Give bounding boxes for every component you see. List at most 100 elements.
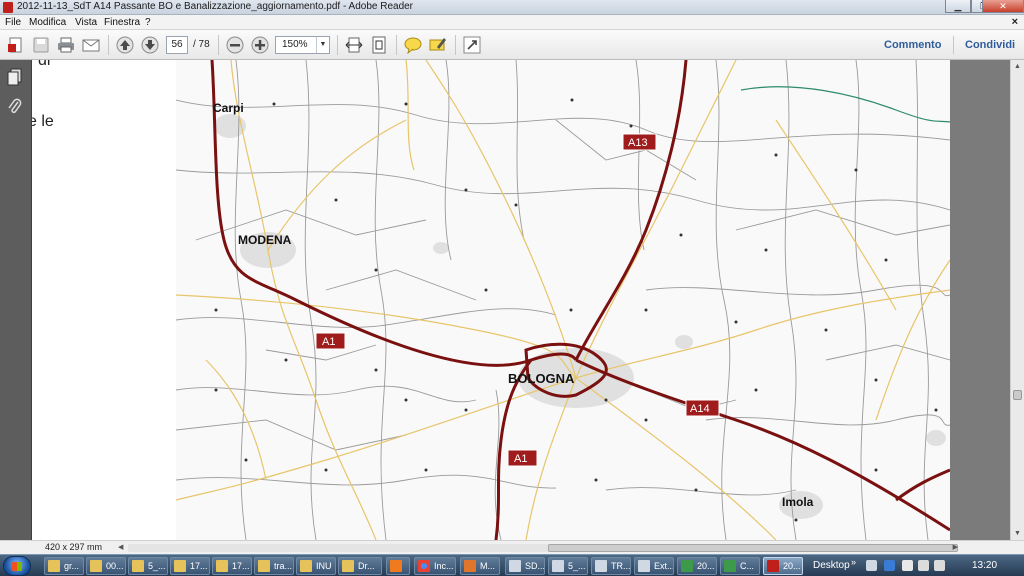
tray-app-icon[interactable] bbox=[866, 560, 877, 571]
share-pane-button[interactable]: Condividi bbox=[965, 39, 1015, 51]
folder-icon bbox=[48, 560, 60, 572]
road-network-map: Carpi MODENA BOLOGNA Imola A13 A1 A14 A1 bbox=[176, 60, 950, 540]
taskbar-item[interactable]: C... bbox=[720, 557, 760, 575]
taskbar-item[interactable]: M... bbox=[460, 557, 500, 575]
horizontal-scroll-thumb[interactable] bbox=[548, 544, 958, 552]
menu-modifica[interactable]: Modifica bbox=[29, 17, 66, 28]
previous-page-icon[interactable] bbox=[116, 36, 134, 54]
taskbar-item[interactable]: TR... bbox=[591, 557, 631, 575]
taskbar-item-label: INU bbox=[316, 561, 332, 571]
folder-icon bbox=[174, 560, 186, 572]
zoom-out-icon[interactable] bbox=[226, 36, 244, 54]
taskbar-item[interactable]: 5_... bbox=[548, 557, 588, 575]
highlight-icon[interactable] bbox=[429, 36, 447, 54]
tray-overflow-icon[interactable]: » bbox=[851, 557, 856, 567]
email-icon[interactable] bbox=[82, 36, 100, 54]
taskbar-item[interactable]: 00... bbox=[86, 557, 126, 575]
adobe-reader-icon bbox=[3, 2, 13, 13]
horizontal-scrollbar[interactable]: ◀ ▶ bbox=[118, 543, 958, 553]
close-document-icon[interactable]: × bbox=[1012, 16, 1018, 28]
taskbar-item-label: Inc... bbox=[434, 561, 454, 571]
page-text-fragment: di bbox=[38, 60, 51, 69]
taskbar-item-label: 5_... bbox=[148, 561, 166, 571]
taskbar-item-label: TR... bbox=[611, 561, 631, 571]
folder-icon bbox=[216, 560, 228, 572]
taskbar-item[interactable]: tra... bbox=[254, 557, 294, 575]
tray-app-icon[interactable] bbox=[902, 560, 913, 571]
folder-icon bbox=[258, 560, 270, 572]
desktop-toolbar-label[interactable]: Desktop bbox=[813, 560, 850, 571]
volume-icon[interactable] bbox=[934, 560, 945, 571]
taskbar-item-label: C... bbox=[740, 561, 755, 571]
toolbar-separator bbox=[396, 35, 397, 55]
page-thumbnails-icon[interactable] bbox=[7, 68, 23, 86]
menu-vista[interactable]: Vista bbox=[75, 17, 97, 28]
print-icon[interactable] bbox=[57, 36, 75, 54]
taskbar-item-label: Dr... bbox=[358, 561, 375, 571]
page-total: / 78 bbox=[193, 39, 210, 50]
scroll-right-icon[interactable]: ▶ bbox=[953, 543, 958, 551]
fit-page-icon[interactable] bbox=[370, 36, 388, 54]
window-title: 2012-11-13_SdT A14 Passante BO e Banaliz… bbox=[17, 1, 414, 12]
fit-width-icon[interactable] bbox=[345, 36, 363, 54]
save-icon[interactable] bbox=[32, 36, 50, 54]
document-icon bbox=[509, 560, 521, 572]
firefox-icon bbox=[464, 560, 476, 572]
scroll-down-icon[interactable]: ▼ bbox=[1011, 527, 1024, 540]
menu-file[interactable]: File bbox=[5, 17, 21, 28]
folder-icon bbox=[342, 560, 354, 572]
menu-bar: File Modifica Vista Finestra ? × bbox=[0, 15, 1024, 30]
scroll-left-icon[interactable]: ◀ bbox=[118, 543, 123, 551]
highway-label-text: A13 bbox=[628, 137, 648, 149]
windows-taskbar: gr... 00... 5_... 17... 17... tra... INU… bbox=[0, 554, 1024, 576]
taskbar-item[interactable]: Dr... bbox=[338, 557, 382, 575]
city-label-carpi: Carpi bbox=[213, 101, 244, 115]
menu-finestra[interactable]: Finestra bbox=[104, 17, 140, 28]
comment-pane-button[interactable]: Commento bbox=[884, 39, 941, 51]
taskbar-item[interactable]: 17... bbox=[170, 557, 210, 575]
zoom-in-icon[interactable] bbox=[251, 36, 269, 54]
toolbar-separator bbox=[108, 35, 109, 55]
taskbar-item[interactable] bbox=[386, 557, 410, 575]
expand-icon[interactable] bbox=[463, 36, 481, 54]
taskbar-item-label: M... bbox=[480, 561, 495, 571]
clock[interactable]: 13:20 bbox=[972, 560, 997, 571]
taskbar-item[interactable]: Ext... bbox=[634, 557, 674, 575]
taskbar-item-adobe-reader[interactable]: 20... bbox=[763, 557, 803, 575]
taskbar-item[interactable]: SD... bbox=[505, 557, 545, 575]
scroll-up-icon[interactable]: ▲ bbox=[1011, 60, 1024, 73]
attachments-icon[interactable] bbox=[7, 98, 23, 116]
chevron-down-icon[interactable]: ▼ bbox=[316, 37, 329, 53]
taskbar-item[interactable]: 5_... bbox=[128, 557, 168, 575]
next-page-icon[interactable] bbox=[141, 36, 159, 54]
toolbar-separator bbox=[455, 35, 456, 55]
start-button[interactable] bbox=[3, 556, 31, 576]
create-pdf-icon[interactable] bbox=[7, 36, 25, 54]
network-icon[interactable] bbox=[918, 560, 929, 571]
document-viewport[interactable]: di e le Carpi MODENA BOLOGNA Imola A13 A… bbox=[32, 60, 1010, 540]
status-bar: 420 x 297 mm ◀ ▶ bbox=[0, 540, 1024, 554]
vertical-scroll-thumb[interactable] bbox=[1013, 390, 1022, 400]
title-bar: 2012-11-13_SdT A14 Passante BO e Banaliz… bbox=[0, 0, 1024, 15]
page-size-label: 420 x 297 mm bbox=[45, 542, 103, 552]
taskbar-item-label: gr... bbox=[64, 561, 80, 571]
document-icon bbox=[638, 560, 650, 572]
vertical-scrollbar[interactable]: ▲ ▼ bbox=[1010, 60, 1024, 540]
city-label-modena: MODENA bbox=[238, 233, 292, 247]
taskbar-item[interactable]: Inc... bbox=[414, 557, 456, 575]
close-button[interactable]: ✕ bbox=[982, 0, 1024, 13]
taskbar-item[interactable]: gr... bbox=[44, 557, 84, 575]
tray-app-icon[interactable] bbox=[884, 560, 895, 571]
city-label-imola: Imola bbox=[782, 495, 814, 509]
taskbar-item[interactable]: 20... bbox=[677, 557, 717, 575]
folder-icon bbox=[300, 560, 312, 572]
sticky-note-icon[interactable] bbox=[404, 36, 422, 54]
minimize-button[interactable]: ▁ bbox=[945, 0, 971, 13]
menu-help[interactable]: ? bbox=[145, 17, 151, 28]
taskbar-item[interactable]: 17... bbox=[212, 557, 252, 575]
zoom-level-select[interactable]: 150% ▼ bbox=[275, 36, 330, 54]
taskbar-item-label: 17... bbox=[232, 561, 250, 571]
taskbar-item[interactable]: INU bbox=[296, 557, 336, 575]
page-number-input[interactable]: 56 bbox=[166, 36, 188, 54]
taskbar-item-label: tra... bbox=[274, 561, 293, 571]
